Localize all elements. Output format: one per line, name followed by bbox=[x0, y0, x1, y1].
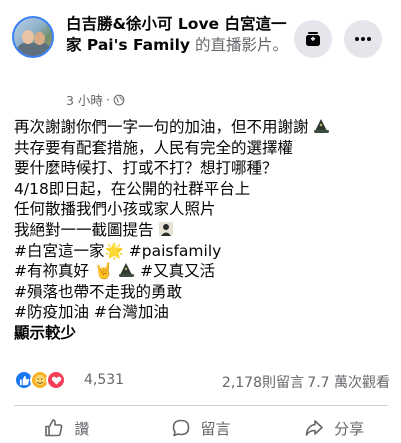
stack-button[interactable] bbox=[294, 20, 332, 58]
divider bbox=[14, 405, 388, 406]
post-line: #防疫加油 #台灣加油 bbox=[14, 302, 394, 323]
reaction-count[interactable]: 4,531 bbox=[84, 372, 124, 388]
post-title: 白吉勝&徐小可 Love 白宮這一家 Pai's Family 的直播影片。 bbox=[66, 14, 288, 56]
post-line: 任何散播我們小孩或家人照片 bbox=[14, 200, 216, 219]
post-time[interactable]: 3 小時 bbox=[66, 90, 103, 109]
post-line: 共存要有配套措施，人民有完全的選擇權 bbox=[14, 138, 294, 157]
post-action-text: 的直播影片。 bbox=[194, 36, 288, 54]
comment-icon bbox=[172, 419, 189, 437]
wizard-hat-icon bbox=[119, 263, 135, 278]
share-button[interactable]: 分享 bbox=[267, 413, 401, 443]
like-button[interactable]: 讚 bbox=[0, 413, 134, 443]
sparkle-icon: 🌟 bbox=[104, 241, 124, 260]
comment-count[interactable]: 2,178則留言 bbox=[222, 372, 304, 392]
post-line: 要什麼時候打、打或不打？想打哪種？ bbox=[14, 159, 278, 178]
rock-hand-icon: 🤘 bbox=[93, 262, 114, 281]
comment-button[interactable]: 留言 bbox=[134, 413, 268, 443]
hashtag[interactable]: #又真又活 bbox=[140, 262, 215, 280]
see-less-link[interactable]: 顯示較少 bbox=[14, 323, 394, 344]
post-line: 我絕對一一截圖提告 bbox=[14, 220, 394, 241]
wizard-hat-icon bbox=[314, 119, 330, 133]
more-button[interactable] bbox=[344, 20, 382, 58]
post-stats: 4,531 2,178則留言 7.7 萬次觀看 bbox=[14, 370, 390, 392]
stack-icon bbox=[306, 32, 320, 46]
post-line: #殞落也帶不走我的勇敢 bbox=[14, 282, 394, 303]
hashtag[interactable]: #白宮這一家 bbox=[14, 242, 105, 260]
person-icon bbox=[159, 221, 174, 236]
hashtag[interactable]: #殞落也帶不走我的勇敢 bbox=[14, 283, 182, 301]
like-label: 讚 bbox=[74, 419, 90, 438]
reaction-icons[interactable] bbox=[14, 370, 66, 390]
share-icon bbox=[305, 420, 323, 436]
hashtag[interactable]: #防疫加油 #台灣加油 bbox=[14, 303, 169, 321]
more-icon bbox=[355, 37, 371, 41]
post-body: 再次謝謝你們一字一句的加油，但不用謝謝 共存要有配套措施，人民有完全的選擇權 要… bbox=[14, 117, 394, 344]
comment-label: 留言 bbox=[200, 419, 231, 438]
thumbs-up-icon bbox=[45, 419, 63, 437]
hashtag[interactable]: #paisfamily bbox=[129, 242, 222, 260]
globe-icon bbox=[113, 94, 125, 105]
hashtag[interactable]: #有祢真好 bbox=[14, 262, 89, 280]
post-line: 再次謝謝你們一字一句的加油，但不用謝謝 bbox=[14, 117, 394, 138]
post-line: 4/18即日起，在公開的社群平台上 bbox=[14, 179, 251, 198]
post-header: 白吉勝&徐小可 Love 白宮這一家 Pai's Family 的直播影片。 3… bbox=[0, 0, 401, 112]
action-bar: 讚 留言 分享 bbox=[0, 413, 401, 443]
avatar[interactable] bbox=[12, 16, 54, 58]
share-label: 分享 bbox=[334, 419, 365, 438]
meta-dot: · bbox=[105, 92, 110, 107]
post-meta: 3 小時 · bbox=[66, 90, 125, 109]
love-reaction-icon bbox=[46, 370, 66, 390]
post-line: #有祢真好 🤘 #又真又活 bbox=[14, 261, 394, 282]
view-count: 7.7 萬次觀看 bbox=[307, 375, 390, 391]
post-line: #白宮這一家🌟 #paisfamily bbox=[14, 241, 394, 262]
